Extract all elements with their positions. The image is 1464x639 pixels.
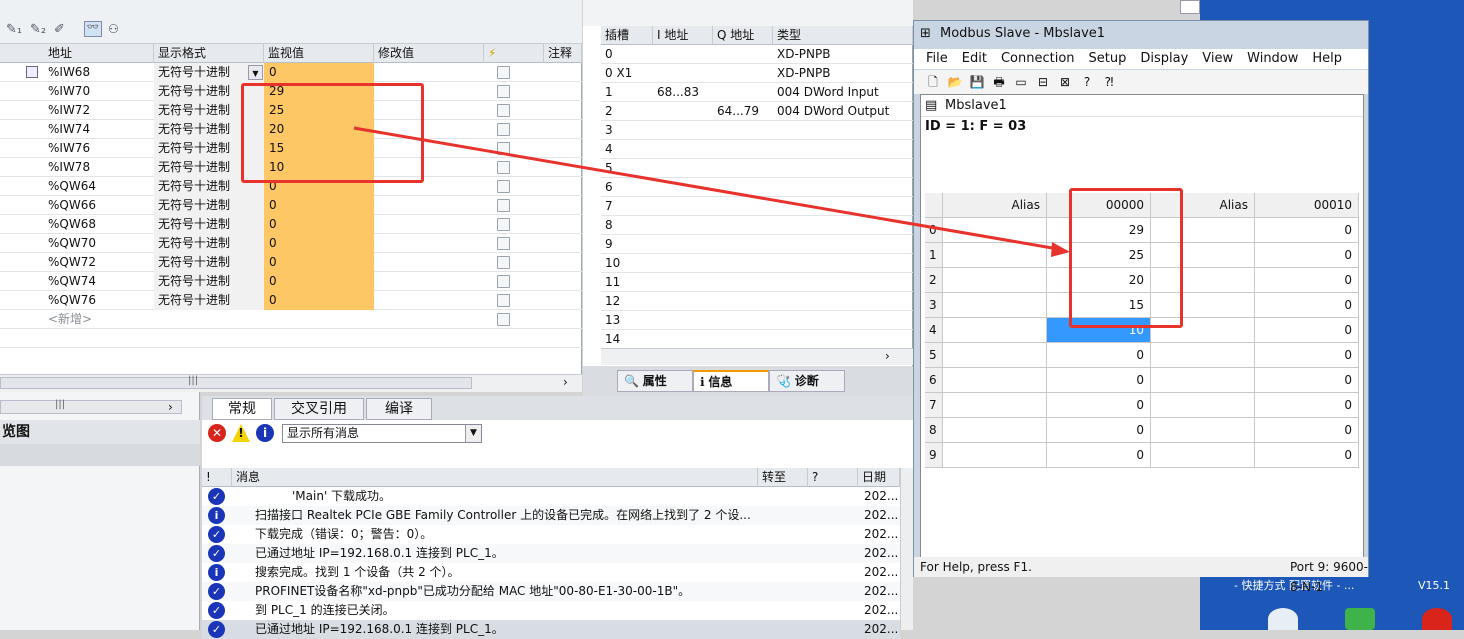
annotation-arrow bbox=[353, 126, 1070, 257]
